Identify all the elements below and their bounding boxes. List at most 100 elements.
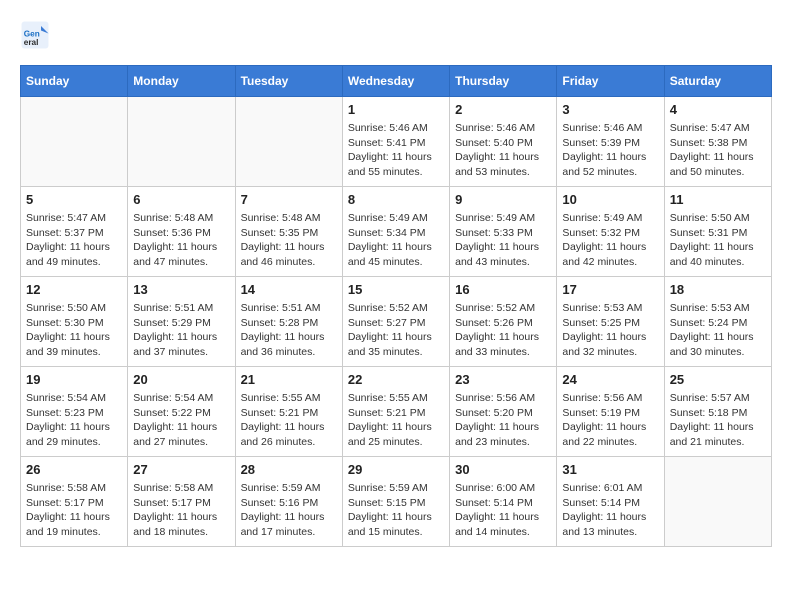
calendar-cell [21,97,128,187]
day-of-week-header: Friday [557,66,664,97]
day-info: Sunrise: 5:58 AM Sunset: 5:17 PM Dayligh… [133,481,229,540]
calendar-header-row: SundayMondayTuesdayWednesdayThursdayFrid… [21,66,772,97]
calendar-cell: 21 Sunrise: 5:55 AM Sunset: 5:21 PM Dayli… [235,367,342,457]
day-info: Sunrise: 5:53 AM Sunset: 5:24 PM Dayligh… [670,301,766,360]
day-number: 25 [670,372,766,387]
day-info: Sunrise: 5:49 AM Sunset: 5:34 PM Dayligh… [348,211,444,270]
day-number: 29 [348,462,444,477]
calendar-cell [664,457,771,547]
calendar-cell: 1 Sunrise: 5:46 AM Sunset: 5:41 PM Daylig… [342,97,449,187]
calendar-cell: 8 Sunrise: 5:49 AM Sunset: 5:34 PM Daylig… [342,187,449,277]
day-info: Sunrise: 5:50 AM Sunset: 5:30 PM Dayligh… [26,301,122,360]
logo: Gen eral [20,20,55,50]
day-info: Sunrise: 5:55 AM Sunset: 5:21 PM Dayligh… [241,391,337,450]
day-number: 9 [455,192,551,207]
calendar-cell: 27 Sunrise: 5:58 AM Sunset: 5:17 PM Dayli… [128,457,235,547]
calendar-cell: 24 Sunrise: 5:56 AM Sunset: 5:19 PM Dayli… [557,367,664,457]
calendar-cell: 10 Sunrise: 5:49 AM Sunset: 5:32 PM Dayli… [557,187,664,277]
day-of-week-header: Saturday [664,66,771,97]
day-info: Sunrise: 5:59 AM Sunset: 5:15 PM Dayligh… [348,481,444,540]
calendar-cell: 14 Sunrise: 5:51 AM Sunset: 5:28 PM Dayli… [235,277,342,367]
calendar-cell: 5Sunrise: 5:47 AM Sunset: 5:37 PM Daylig… [21,187,128,277]
day-number: 10 [562,192,658,207]
calendar-cell: 22 Sunrise: 5:55 AM Sunset: 5:21 PM Dayli… [342,367,449,457]
week-row: 5Sunrise: 5:47 AM Sunset: 5:37 PM Daylig… [21,187,772,277]
day-number: 3 [562,102,658,117]
calendar-cell: 20Sunrise: 5:54 AM Sunset: 5:22 PM Dayli… [128,367,235,457]
logo-icon: Gen eral [20,20,50,50]
day-info: Sunrise: 5:59 AM Sunset: 5:16 PM Dayligh… [241,481,337,540]
calendar-cell: 17Sunrise: 5:53 AM Sunset: 5:25 PM Dayli… [557,277,664,367]
day-info: Sunrise: 5:49 AM Sunset: 5:32 PM Dayligh… [562,211,658,270]
week-row: 1 Sunrise: 5:46 AM Sunset: 5:41 PM Daylig… [21,97,772,187]
day-info: Sunrise: 5:52 AM Sunset: 5:27 PM Dayligh… [348,301,444,360]
day-info: Sunrise: 5:58 AM Sunset: 5:17 PM Dayligh… [26,481,122,540]
day-number: 14 [241,282,337,297]
calendar-cell [235,97,342,187]
calendar-cell: 23 Sunrise: 5:56 AM Sunset: 5:20 PM Dayli… [450,367,557,457]
day-of-week-header: Tuesday [235,66,342,97]
day-info: Sunrise: 6:00 AM Sunset: 5:14 PM Dayligh… [455,481,551,540]
calendar-cell: 3 Sunrise: 5:46 AM Sunset: 5:39 PM Daylig… [557,97,664,187]
day-info: Sunrise: 5:48 AM Sunset: 5:36 PM Dayligh… [133,211,229,270]
svg-text:eral: eral [24,38,39,47]
day-number: 27 [133,462,229,477]
day-of-week-header: Thursday [450,66,557,97]
calendar-cell: 25Sunrise: 5:57 AM Sunset: 5:18 PM Dayli… [664,367,771,457]
week-row: 26 Sunrise: 5:58 AM Sunset: 5:17 PM Dayli… [21,457,772,547]
day-info: Sunrise: 5:56 AM Sunset: 5:20 PM Dayligh… [455,391,551,450]
day-number: 19 [26,372,122,387]
day-number: 30 [455,462,551,477]
calendar-cell: 31 Sunrise: 6:01 AM Sunset: 5:14 PM Dayli… [557,457,664,547]
day-info: Sunrise: 5:54 AM Sunset: 5:22 PM Dayligh… [133,391,229,450]
calendar-cell: 28 Sunrise: 5:59 AM Sunset: 5:16 PM Dayli… [235,457,342,547]
calendar-cell: 6 Sunrise: 5:48 AM Sunset: 5:36 PM Daylig… [128,187,235,277]
day-info: Sunrise: 5:52 AM Sunset: 5:26 PM Dayligh… [455,301,551,360]
week-row: 19Sunrise: 5:54 AM Sunset: 5:23 PM Dayli… [21,367,772,457]
calendar-cell: 16Sunrise: 5:52 AM Sunset: 5:26 PM Dayli… [450,277,557,367]
calendar-cell: 29 Sunrise: 5:59 AM Sunset: 5:15 PM Dayli… [342,457,449,547]
calendar-table: SundayMondayTuesdayWednesdayThursdayFrid… [20,65,772,547]
day-number: 13 [133,282,229,297]
day-number: 6 [133,192,229,207]
day-info: Sunrise: 5:55 AM Sunset: 5:21 PM Dayligh… [348,391,444,450]
day-number: 11 [670,192,766,207]
day-info: Sunrise: 5:49 AM Sunset: 5:33 PM Dayligh… [455,211,551,270]
day-number: 1 [348,102,444,117]
calendar-cell: 30 Sunrise: 6:00 AM Sunset: 5:14 PM Dayli… [450,457,557,547]
calendar-cell: 7Sunrise: 5:48 AM Sunset: 5:35 PM Daylig… [235,187,342,277]
day-of-week-header: Wednesday [342,66,449,97]
day-number: 23 [455,372,551,387]
day-number: 8 [348,192,444,207]
day-info: Sunrise: 5:53 AM Sunset: 5:25 PM Dayligh… [562,301,658,360]
page-header: Gen eral [20,20,772,50]
calendar-cell: 11 Sunrise: 5:50 AM Sunset: 5:31 PM Dayli… [664,187,771,277]
day-info: Sunrise: 5:51 AM Sunset: 5:28 PM Dayligh… [241,301,337,360]
calendar-cell: 12Sunrise: 5:50 AM Sunset: 5:30 PM Dayli… [21,277,128,367]
day-info: Sunrise: 5:47 AM Sunset: 5:37 PM Dayligh… [26,211,122,270]
day-of-week-header: Monday [128,66,235,97]
calendar-cell: 15Sunrise: 5:52 AM Sunset: 5:27 PM Dayli… [342,277,449,367]
day-of-week-header: Sunday [21,66,128,97]
calendar-cell: 26 Sunrise: 5:58 AM Sunset: 5:17 PM Dayli… [21,457,128,547]
calendar-cell: 9 Sunrise: 5:49 AM Sunset: 5:33 PM Daylig… [450,187,557,277]
day-number: 2 [455,102,551,117]
day-info: Sunrise: 5:48 AM Sunset: 5:35 PM Dayligh… [241,211,337,270]
day-number: 24 [562,372,658,387]
day-info: Sunrise: 5:46 AM Sunset: 5:40 PM Dayligh… [455,121,551,180]
day-info: Sunrise: 5:46 AM Sunset: 5:41 PM Dayligh… [348,121,444,180]
calendar-cell: 18Sunrise: 5:53 AM Sunset: 5:24 PM Dayli… [664,277,771,367]
day-number: 21 [241,372,337,387]
day-info: Sunrise: 5:46 AM Sunset: 5:39 PM Dayligh… [562,121,658,180]
calendar-cell [128,97,235,187]
day-number: 4 [670,102,766,117]
day-info: Sunrise: 6:01 AM Sunset: 5:14 PM Dayligh… [562,481,658,540]
day-number: 28 [241,462,337,477]
day-number: 31 [562,462,658,477]
calendar-cell: 4 Sunrise: 5:47 AM Sunset: 5:38 PM Daylig… [664,97,771,187]
day-number: 26 [26,462,122,477]
day-info: Sunrise: 5:56 AM Sunset: 5:19 PM Dayligh… [562,391,658,450]
day-info: Sunrise: 5:50 AM Sunset: 5:31 PM Dayligh… [670,211,766,270]
day-info: Sunrise: 5:47 AM Sunset: 5:38 PM Dayligh… [670,121,766,180]
day-number: 22 [348,372,444,387]
